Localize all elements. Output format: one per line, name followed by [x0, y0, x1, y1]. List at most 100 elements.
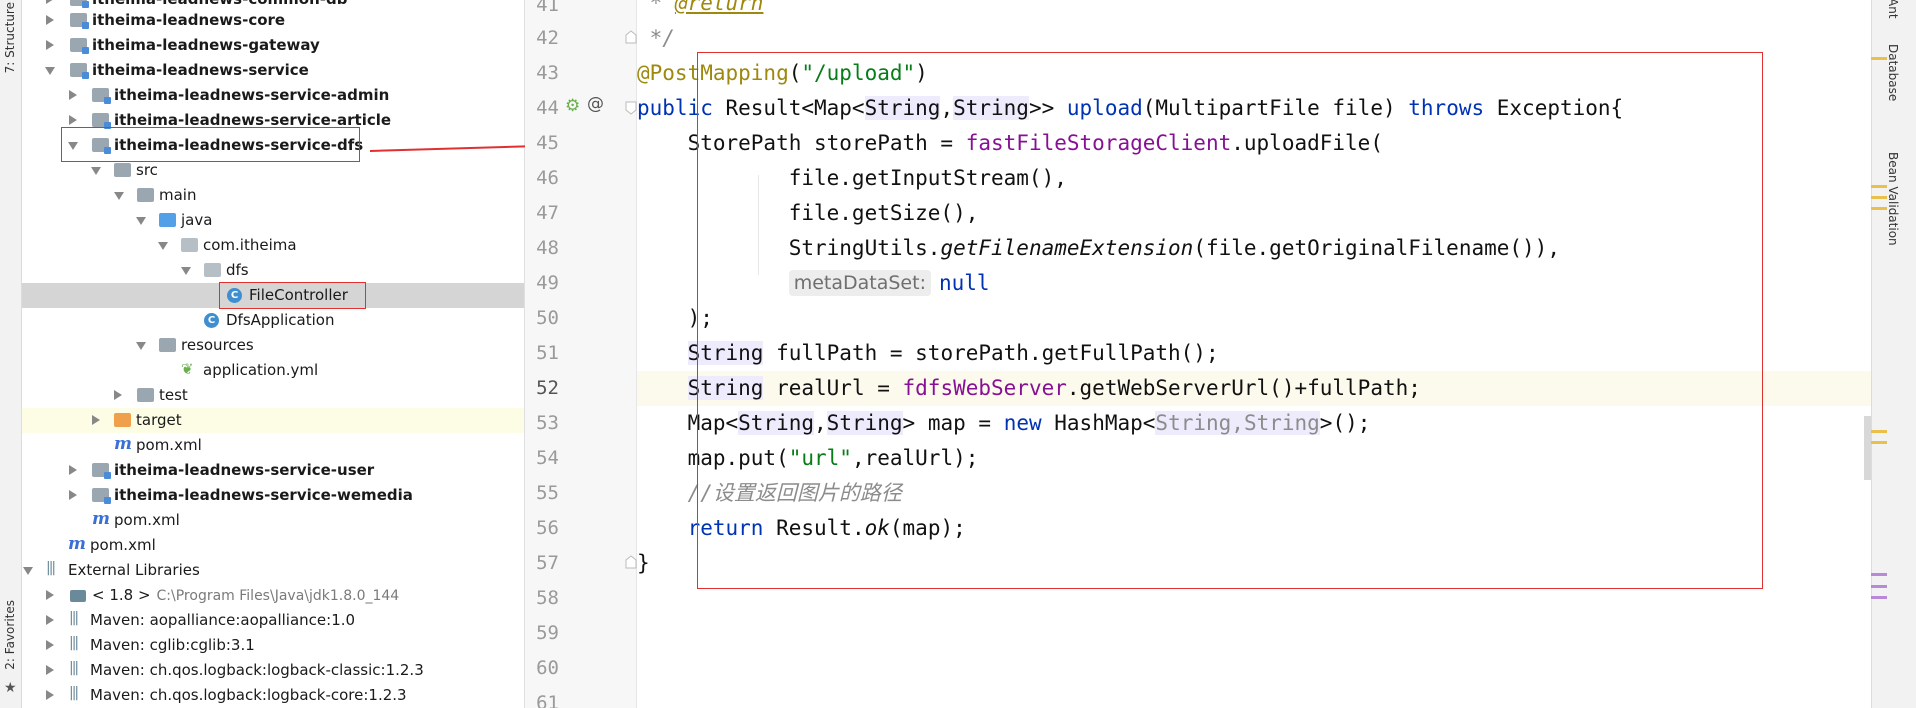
warning-marker[interactable] [1871, 57, 1887, 60]
tree-item-jdk[interactable]: < 1.8 > C:\Program Files\Java\jdk1.8.0_14… [22, 583, 524, 608]
collapse-arrow-icon[interactable] [114, 192, 124, 200]
line-number: 42 [536, 27, 559, 49]
favorites-tab[interactable]: 2: Favorites [3, 600, 17, 670]
expand-arrow-icon[interactable] [69, 115, 77, 125]
module-folder-icon [70, 63, 89, 79]
line-number: 51 [536, 342, 559, 364]
collapse-arrow-icon[interactable] [136, 342, 146, 350]
line-number: 45 [536, 132, 559, 154]
collapse-arrow-icon[interactable] [91, 167, 101, 175]
collapse-arrow-icon[interactable] [158, 242, 168, 250]
bean-validation-tab[interactable]: Bean Validation [1886, 152, 1900, 246]
tree-item-lib-cglib[interactable]: ||| Maven: cglib:cglib:3.1 [22, 633, 524, 658]
tree-item-target[interactable]: target [22, 408, 524, 433]
warning-marker[interactable] [1871, 207, 1887, 210]
module-folder-icon [92, 463, 111, 479]
code-line-51: String fullPath = storePath.getFullPath(… [687, 341, 1219, 365]
ant-tab[interactable]: Ant [1886, 0, 1900, 19]
tree-item-com-itheima[interactable]: com.itheima [22, 233, 524, 258]
expand-arrow-icon[interactable] [69, 465, 77, 475]
code-line-55: //设置返回图片的路径 [687, 481, 902, 505]
bean-icon[interactable]: ⚙ [565, 96, 580, 116]
collapse-arrow-icon[interactable] [68, 142, 78, 150]
line-number: 54 [536, 447, 559, 469]
expand-arrow-icon[interactable] [46, 640, 54, 650]
line-number: 47 [536, 202, 559, 224]
tree-item-pom-service[interactable]: m pom.xml [22, 508, 524, 533]
code-editor[interactable]: * @return */ @PostMapping("/upload") pub… [637, 0, 1871, 708]
tree-item-service-wemedia[interactable]: itheima-leadnews-service-wemedia [22, 483, 524, 508]
folder-icon [137, 388, 154, 402]
warning-marker[interactable] [1871, 441, 1887, 444]
favorites-star-icon[interactable]: ★ [4, 680, 17, 696]
info-marker[interactable] [1871, 585, 1887, 588]
tree-item-resources[interactable]: resources [22, 333, 524, 358]
tree-item-dfs-package[interactable]: dfs [22, 258, 524, 283]
code-line-45: StorePath storePath = fastFileStorageCli… [637, 131, 1383, 155]
tree-item-test[interactable]: test [22, 383, 524, 408]
tree-item-dfs-application[interactable]: C DfsApplication [22, 308, 524, 333]
expand-arrow-icon[interactable] [46, 615, 54, 625]
maven-icon: m [114, 434, 132, 454]
code-line-48: StringUtils.getFilenameExtension(file.ge… [637, 236, 1560, 260]
expand-arrow-icon[interactable] [46, 0, 54, 4]
right-tool-strip: Ant Database Bean Validation [1864, 0, 1916, 708]
expand-arrow-icon[interactable] [46, 665, 54, 675]
collapse-arrow-icon[interactable] [181, 267, 191, 275]
line-number: 59 [536, 622, 559, 644]
expand-arrow-icon[interactable] [69, 490, 77, 500]
line-number: 61 [536, 692, 559, 708]
expand-arrow-icon[interactable] [92, 415, 100, 425]
code-line-46: file.getInputStream(), [637, 166, 1067, 190]
warning-marker[interactable] [1871, 196, 1887, 199]
tree-item-external-libraries[interactable]: ||| External Libraries [22, 558, 524, 583]
editor-scrollbar-thumb[interactable] [1864, 416, 1871, 480]
tree-item-pom-dfs[interactable]: m pom.xml [22, 433, 524, 458]
tree-item-src[interactable]: src [22, 158, 524, 183]
folder-icon [114, 163, 131, 177]
fold-marker-icon[interactable] [625, 555, 637, 569]
collapse-arrow-icon[interactable] [136, 217, 146, 225]
line-number: 49 [536, 272, 559, 294]
resources-folder-icon [159, 338, 176, 352]
spring-boot-class-icon: C [204, 313, 219, 328]
tree-item-lib-logback-core[interactable]: ||| Maven: ch.qos.logback:logback-core:1… [22, 683, 524, 708]
expand-arrow-icon[interactable] [46, 40, 54, 50]
line-number: 43 [536, 62, 559, 84]
at-mapping-icon[interactable]: @ [587, 94, 604, 114]
warning-marker[interactable] [1871, 430, 1887, 433]
tree-item-lib-aopalliance[interactable]: ||| Maven: aopalliance:aopalliance:1.0 [22, 608, 524, 633]
tree-item-lib-logback-classic[interactable]: ||| Maven: ch.qos.logback:logback-classi… [22, 658, 524, 683]
info-marker[interactable] [1871, 573, 1887, 576]
project-tree: itheima-leadnews-common-db itheima-leadn… [22, 0, 525, 708]
tree-item-main[interactable]: main [22, 183, 524, 208]
tree-item-pom-root[interactable]: m pom.xml [22, 533, 524, 558]
expand-arrow-icon[interactable] [46, 690, 54, 700]
fold-marker-icon[interactable] [625, 101, 637, 115]
tree-item-service-admin[interactable]: itheima-leadnews-service-admin [22, 83, 524, 108]
tree-item-gateway[interactable]: itheima-leadnews-gateway [22, 33, 524, 58]
code-line-54: map.put("url",realUrl); [637, 446, 979, 470]
module-folder-icon [70, 13, 89, 29]
expand-arrow-icon[interactable] [69, 90, 77, 100]
tree-item-service[interactable]: itheima-leadnews-service [22, 58, 524, 83]
folder-icon [137, 188, 154, 202]
expand-arrow-icon[interactable] [46, 15, 54, 25]
tree-item-file-controller[interactable]: C FileController [22, 283, 524, 308]
tree-item-application-yml[interactable]: ❦ application.yml [22, 358, 524, 383]
line-number: 60 [536, 657, 559, 679]
expand-arrow-icon[interactable] [46, 590, 54, 600]
warning-marker[interactable] [1871, 185, 1887, 188]
database-tab[interactable]: Database [1886, 44, 1900, 101]
collapse-arrow-icon[interactable] [23, 567, 33, 575]
library-icon: ||| [69, 660, 79, 676]
tree-item-service-user[interactable]: itheima-leadnews-service-user [22, 458, 524, 483]
info-marker[interactable] [1871, 596, 1887, 599]
jdk-icon [70, 590, 86, 602]
collapse-arrow-icon[interactable] [45, 67, 55, 75]
tree-item-java[interactable]: java [22, 208, 524, 233]
expand-arrow-icon[interactable] [114, 390, 122, 400]
tree-item-core[interactable]: itheima-leadnews-core [22, 8, 524, 33]
fold-marker-icon[interactable] [625, 30, 637, 44]
structure-tab[interactable]: 7: Structure [3, 2, 17, 73]
